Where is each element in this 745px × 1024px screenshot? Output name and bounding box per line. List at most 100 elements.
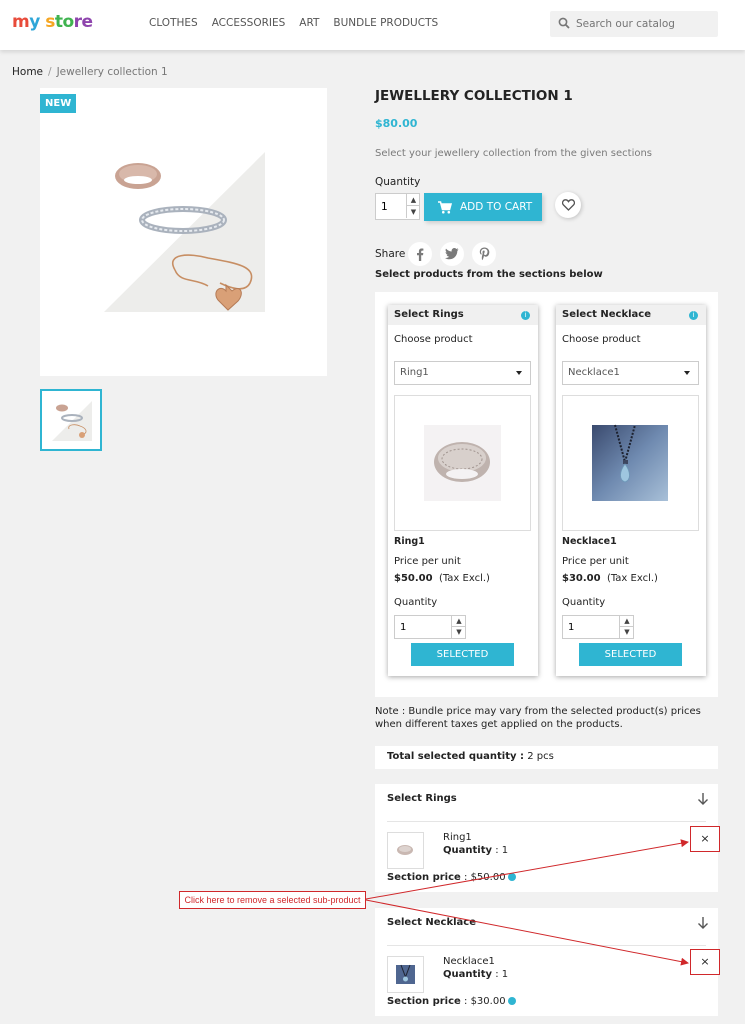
quantity-stepper: ▲ ▼ [375,193,420,220]
heart-icon [561,199,575,211]
jewellery-thumbnail-image [52,401,92,441]
section-card-header: Select Necklace i [556,305,706,325]
quantity-label: Quantity [562,597,606,608]
product-image [562,395,699,531]
choose-product-label: Choose product [562,334,641,345]
logo-letter: s [39,12,55,32]
price-per-unit-label: Price per unit [394,556,461,567]
quantity-label: Quantity [443,845,492,856]
product-select[interactable]: Necklace1 [562,361,699,385]
quantity-label: Quantity [394,597,438,608]
ring-thumbnail-image [397,845,413,855]
main-nav: CLOTHES ACCESSORIES ART BUNDLE PRODUCTS [149,17,438,29]
summary-item-quantity: Quantity : 1 [443,969,508,980]
nav-item-bundle-products[interactable]: BUNDLE PRODUCTS [333,17,438,29]
section-price-label: Section price [387,872,461,883]
breadcrumb-current: Jewellery collection 1 [56,66,168,78]
quantity-value: : 1 [495,845,509,856]
decrement-button[interactable]: ▼ [406,206,420,218]
cart-icon [438,200,452,213]
quantity-input[interactable] [395,616,451,638]
twitter-icon [445,248,459,260]
nav-item-clothes[interactable]: CLOTHES [149,17,198,29]
logo-letter: to [54,12,74,32]
product-price: $30.00 (Tax Excl.) [562,573,658,584]
remove-sub-product-button[interactable]: × [690,826,720,852]
tax-label: (Tax Excl.) [438,573,490,584]
info-icon[interactable]: i [521,311,530,320]
total-value: 2 pcs [527,751,554,762]
annotation-callout: Click here to remove a selected sub-prod… [179,891,366,909]
wishlist-button[interactable] [555,192,581,218]
necklace-thumbnail-image [396,964,415,984]
product-image [394,395,531,531]
selected-button[interactable]: SELECTED [579,643,682,666]
increment-button[interactable]: ▲ [406,194,420,206]
arrow-down-icon[interactable] [696,916,710,930]
divider [387,945,706,946]
add-to-cart-button[interactable]: ADD TO CART [424,193,542,221]
twitter-share-button[interactable] [440,242,464,266]
product-description: Select your jewellery collection from th… [375,148,653,159]
total-selected-quantity: Total selected quantity : 2 pcs [375,746,718,769]
section-price-label: Section price [387,996,461,1007]
section-card-rings: Select Rings i Choose product Ring1 Ring… [388,305,538,676]
facebook-share-button[interactable] [408,242,432,266]
product-price: $80.00 [375,117,418,130]
info-icon[interactable] [507,873,516,881]
nav-item-accessories[interactable]: ACCESSORIES [212,17,286,29]
store-logo[interactable]: my store [12,12,93,32]
quantity-value: : 1 [495,969,509,980]
section-price: Section price : $30.00 [387,996,516,1007]
new-badge: NEW [40,94,77,113]
breadcrumb-separator: / [48,66,52,78]
jewellery-image [104,152,265,312]
quantity-input[interactable] [376,194,406,219]
logo-letter: m [12,12,30,32]
product-price: $50.00 (Tax Excl.) [394,573,490,584]
ring-image [424,425,501,501]
section-price-value: : $50.00 [464,872,506,883]
info-icon[interactable]: i [689,311,698,320]
search-icon[interactable] [558,17,570,29]
pinterest-share-button[interactable] [472,242,496,266]
breadcrumb-home[interactable]: Home [12,66,43,78]
site-header: my store CLOTHES ACCESSORIES ART BUNDLE … [0,0,745,50]
facebook-icon [417,248,424,261]
necklace-image [592,424,668,501]
quantity-input[interactable] [563,616,619,638]
product-thumbnail[interactable] [40,389,102,451]
product-name: Necklace1 [562,536,617,547]
info-icon[interactable] [507,997,516,1005]
remove-sub-product-button[interactable]: × [690,949,720,975]
caret-down-icon [684,371,690,375]
increment-button[interactable]: ▲ [451,616,466,627]
logo-letter: y [29,12,40,32]
summary-section-necklace: Select Necklace Necklace1 Quantity : 1 S… [375,908,718,1016]
selected-button[interactable]: SELECTED [411,643,514,666]
search-input[interactable] [576,16,711,32]
divider [387,821,706,822]
product-main-image[interactable]: NEW [40,88,327,376]
total-label: Total selected quantity : [387,751,525,762]
quantity-label: Quantity [443,969,492,980]
share-label: Share [375,248,406,260]
logo-letter: re [73,12,93,32]
section-price-value: : $30.00 [464,996,506,1007]
arrow-down-icon[interactable] [696,792,710,806]
summary-section-title: Select Rings [387,793,457,804]
product-name: Ring1 [394,536,425,547]
increment-button[interactable]: ▲ [619,616,634,627]
decrement-button[interactable]: ▼ [619,627,634,638]
summary-item-quantity: Quantity : 1 [443,845,508,856]
section-card-title: Select Rings [394,309,464,320]
product-title: JEWELLERY COLLECTION 1 [375,88,573,104]
summary-item-name: Ring1 [443,832,472,843]
summary-item-name: Necklace1 [443,956,495,967]
price-value: $30.00 [562,573,601,584]
add-to-cart-label: ADD TO CART [460,201,533,213]
decrement-button[interactable]: ▼ [451,627,466,638]
section-card-necklace: Select Necklace i Choose product Necklac… [556,305,706,676]
product-select[interactable]: Ring1 [394,361,531,385]
nav-item-art[interactable]: ART [299,17,319,29]
